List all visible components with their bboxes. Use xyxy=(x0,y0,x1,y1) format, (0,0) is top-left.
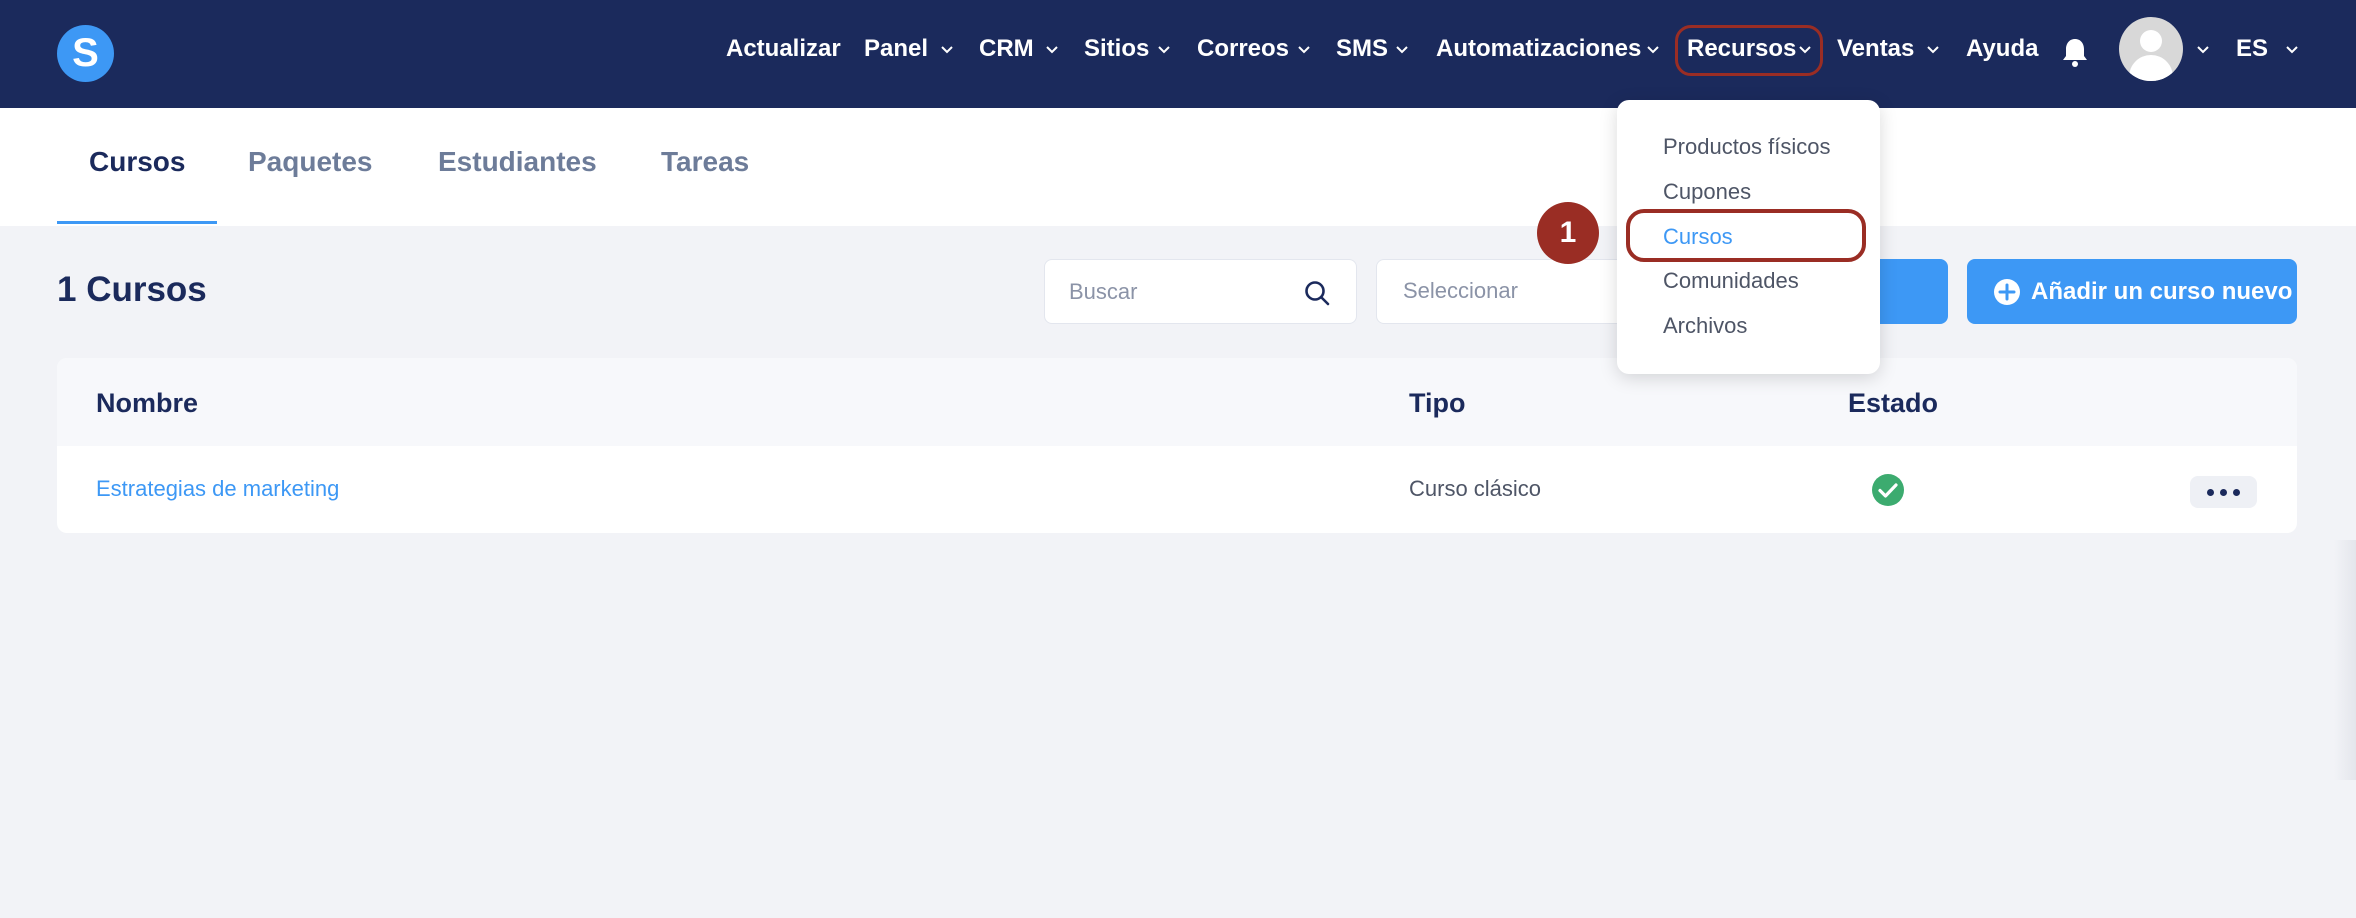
chevron-down-icon xyxy=(2286,46,2298,54)
nav-item-label: Actualizar xyxy=(726,35,841,62)
plus-circle-icon xyxy=(1994,279,2020,305)
nav-item-automatizaciones[interactable]: Automatizaciones xyxy=(1436,32,1659,66)
dot xyxy=(2220,489,2227,496)
avatar-body-shape xyxy=(2129,55,2173,81)
search-icon[interactable] xyxy=(1303,279,1331,307)
tabs-bar: Cursos Paquetes Estudiantes Tareas xyxy=(0,108,2356,226)
chevron-down-icon xyxy=(941,46,953,54)
chevron-down-icon xyxy=(1298,46,1310,54)
column-header-tipo: Tipo xyxy=(1409,388,1466,418)
nav-item-crm[interactable]: CRM xyxy=(979,32,1058,66)
nav-item-label: Panel xyxy=(864,35,929,62)
table-header: Nombre Tipo Estado xyxy=(57,358,2297,446)
top-navbar: S Actualizar Panel CRM Sitios Correos SM… xyxy=(0,0,2356,108)
tab-cursos[interactable]: Cursos xyxy=(89,146,185,178)
nav-item-label: CRM xyxy=(979,35,1034,62)
nav-item-ventas[interactable]: Ventas xyxy=(1837,32,1939,66)
chevron-down-icon xyxy=(1927,46,1939,54)
chevron-down-icon xyxy=(1046,46,1058,54)
nav-item-correos[interactable]: Correos xyxy=(1197,32,1310,66)
language-label: ES xyxy=(2236,35,2269,62)
menu-item-productos-fisicos[interactable]: Productos físicos xyxy=(1663,134,1831,160)
add-course-label: Añadir un curso nuevo xyxy=(2031,278,2293,305)
scroll-edge-shadow xyxy=(2334,540,2356,780)
avatar-head-shape xyxy=(2140,30,2162,52)
nav-item-label: Correos xyxy=(1197,35,1290,62)
nav-item-label: Ventas xyxy=(1837,35,1915,62)
chevron-down-icon xyxy=(1647,46,1659,54)
nav-item-actualizar[interactable]: Actualizar xyxy=(726,32,841,66)
cursos-highlight-ring xyxy=(1626,209,1866,262)
bell-icon[interactable] xyxy=(2060,36,2090,68)
nav-item-recursos[interactable]: Recursos xyxy=(1687,32,1811,66)
tab-estudiantes[interactable]: Estudiantes xyxy=(438,146,597,178)
nav-item-label: Ayuda xyxy=(1966,35,2039,62)
nav-item-ayuda[interactable]: Ayuda xyxy=(1966,32,2038,66)
chevron-down-icon xyxy=(1158,46,1170,54)
column-header-estado: Estado xyxy=(1848,388,1939,418)
search-input[interactable] xyxy=(1069,276,1299,308)
active-tab-indicator xyxy=(57,221,217,224)
step-number-badge: 1 xyxy=(1537,202,1599,264)
page-title: 1 Cursos xyxy=(57,270,207,309)
more-options-button[interactable] xyxy=(2190,476,2257,508)
menu-item-comunidades[interactable]: Comunidades xyxy=(1663,268,1799,294)
menu-item-cupones[interactable]: Cupones xyxy=(1663,179,1751,205)
nav-item-label: Sitios xyxy=(1084,35,1150,62)
language-selector[interactable]: ES xyxy=(2236,32,2298,66)
nav-item-label: SMS xyxy=(1336,35,1389,62)
nav-item-sitios[interactable]: Sitios xyxy=(1084,32,1170,66)
nav-item-label: Automatizaciones xyxy=(1436,35,1642,62)
menu-item-archivos[interactable]: Archivos xyxy=(1663,313,1747,339)
nav-item-label: Recursos xyxy=(1687,35,1797,62)
chevron-down-icon[interactable] xyxy=(2193,39,2213,59)
tab-paquetes[interactable]: Paquetes xyxy=(248,146,373,178)
user-avatar[interactable] xyxy=(2119,17,2183,81)
nav-item-sms[interactable]: SMS xyxy=(1336,32,1408,66)
dot xyxy=(2233,489,2240,496)
nav-item-panel[interactable]: Panel xyxy=(864,32,953,66)
add-course-button[interactable]: Añadir un curso nuevo xyxy=(1967,259,2297,324)
course-type: Curso clásico xyxy=(1409,476,1542,501)
chevron-down-icon xyxy=(1396,46,1408,54)
dot xyxy=(2207,489,2214,496)
column-header-nombre: Nombre xyxy=(96,388,199,418)
app-logo[interactable]: S xyxy=(57,25,114,82)
chevron-down-icon xyxy=(1799,46,1811,54)
tab-tareas[interactable]: Tareas xyxy=(661,146,749,178)
course-name-link[interactable]: Estrategias de marketing xyxy=(96,476,339,502)
search-box[interactable] xyxy=(1044,259,1357,324)
select-placeholder: Seleccionar xyxy=(1403,278,1518,303)
courses-table: Nombre Tipo Estado Estrategias de market… xyxy=(57,358,2297,533)
check-circle-icon xyxy=(1872,474,1904,506)
